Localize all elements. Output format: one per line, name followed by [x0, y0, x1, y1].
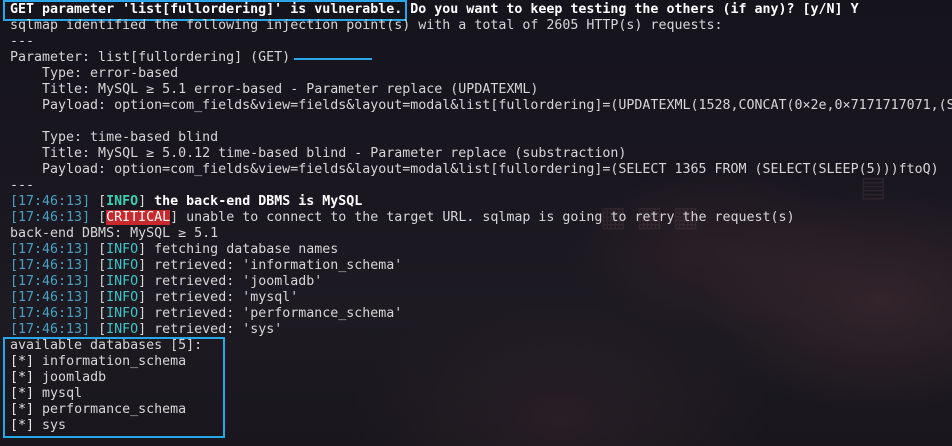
log-level-info: INFO [106, 258, 139, 273]
log-message: the back-end DBMS is MySQL [146, 194, 363, 209]
log-level-info: INFO [106, 194, 139, 209]
database-name: mysql [42, 386, 83, 401]
log-line: [17:46:13] [INFO] retrieved: 'informatio… [10, 258, 403, 273]
log-level-info: INFO [106, 274, 139, 289]
terminal-line-vulnerable-prompt: GET parameter 'list[fullordering]' is vu… [10, 2, 859, 18]
terminal-window[interactable]: ▦ ▦ ▦ ▤ GET parameter 'list[fullordering… [0, 0, 952, 446]
log-level-info: INFO [106, 322, 139, 337]
log-timestamp: 17:46:13 [18, 322, 83, 337]
log-line: [17:46:13] [INFO] retrieved: 'sys' [10, 322, 283, 337]
database-bullet: [*] [10, 354, 35, 369]
available-databases-header: available databases [5]: [10, 338, 203, 353]
terminal-line-injection-summary: sqlmap identified the following injectio… [10, 18, 723, 33]
log-level-info: INFO [106, 242, 139, 257]
database-list-item: [*] information_schema [10, 354, 186, 370]
log-line: [17:46:13] [INFO] retrieved: 'mysql' [10, 290, 299, 305]
database-name: joomladb [42, 370, 107, 385]
terminal-line-separator: --- [10, 34, 35, 49]
log-timestamp: 17:46:13 [18, 274, 83, 289]
continue-testing-question: Do you want to keep testing the others (… [402, 2, 859, 17]
log-message: retrieved: 'joomladb' [146, 274, 323, 289]
terminal-line-type-error-based: Type: error-based [10, 66, 179, 81]
log-line: [17:46:13] [INFO] retrieved: 'performanc… [10, 306, 403, 321]
database-list-item: [*] joomladb [10, 370, 106, 386]
database-bullet: [*] [10, 402, 35, 417]
log-message: retrieved: 'information_schema' [146, 258, 403, 273]
database-bullet: [*] [10, 386, 35, 401]
log-message: unable to connect to the target URL. sql… [178, 210, 795, 225]
log-timestamp: 17:46:13 [18, 290, 83, 305]
terminal-line-separator: --- [10, 178, 35, 193]
terminal-line-payload-time-based: Payload: option=com_fields&view=fields&l… [10, 162, 939, 177]
log-message: fetching database names [146, 242, 339, 257]
log-message: retrieved: 'sys' [146, 322, 283, 337]
database-name: performance_schema [42, 402, 187, 417]
log-level-critical: CRITICAL [106, 210, 171, 225]
parameter-annotation-arrow [294, 58, 372, 60]
terminal-line-parameter: Parameter: list[fullordering] (GET) [10, 50, 291, 65]
terminal-line-title-error-based: Title: MySQL ≥ 5.1 error-based - Paramet… [10, 82, 539, 97]
log-message: retrieved: 'mysql' [146, 290, 299, 305]
terminal-line-payload-error-based: Payload: option=com_fields&view=fields&l… [10, 98, 952, 113]
log-message: retrieved: 'performance_schema' [146, 306, 403, 321]
database-bullet: [*] [10, 370, 35, 385]
database-list-item: [*] performance_schema [10, 402, 186, 418]
log-timestamp: 17:46:13 [18, 258, 83, 273]
database-bullet: [*] [10, 418, 35, 433]
log-level-info: INFO [106, 306, 139, 321]
terminal-line-type-time-based: Type: time-based blind [10, 130, 219, 145]
terminal-line-title-time-based: Title: MySQL ≥ 5.0.12 time-based blind -… [10, 146, 627, 161]
database-list-item: [*] mysql [10, 386, 82, 402]
log-timestamp: 17:46:13 [18, 242, 83, 257]
log-level-info: INFO [106, 290, 139, 305]
log-line: [17:46:13] [INFO] retrieved: 'joomladb' [10, 274, 323, 289]
log-timestamp: 17:46:13 [18, 194, 83, 209]
log-line: [17:46:13] [INFO] the back-end DBMS is M… [10, 194, 363, 209]
database-name: information_schema [42, 354, 187, 369]
log-line: [17:46:13] [INFO] fetching database name… [10, 242, 339, 257]
log-line: [17:46:13] [CRITICAL] unable to connect … [10, 210, 795, 225]
terminal-line-backend-dbms: back-end DBMS: MySQL ≥ 5.1 [10, 226, 219, 241]
database-name: sys [42, 418, 67, 433]
log-timestamp: 17:46:13 [18, 210, 83, 225]
log-timestamp: 17:46:13 [18, 306, 83, 321]
vulnerable-parameter-message: GET parameter 'list[fullordering]' is vu… [10, 2, 403, 17]
database-list-item: [*] sys [10, 418, 66, 434]
